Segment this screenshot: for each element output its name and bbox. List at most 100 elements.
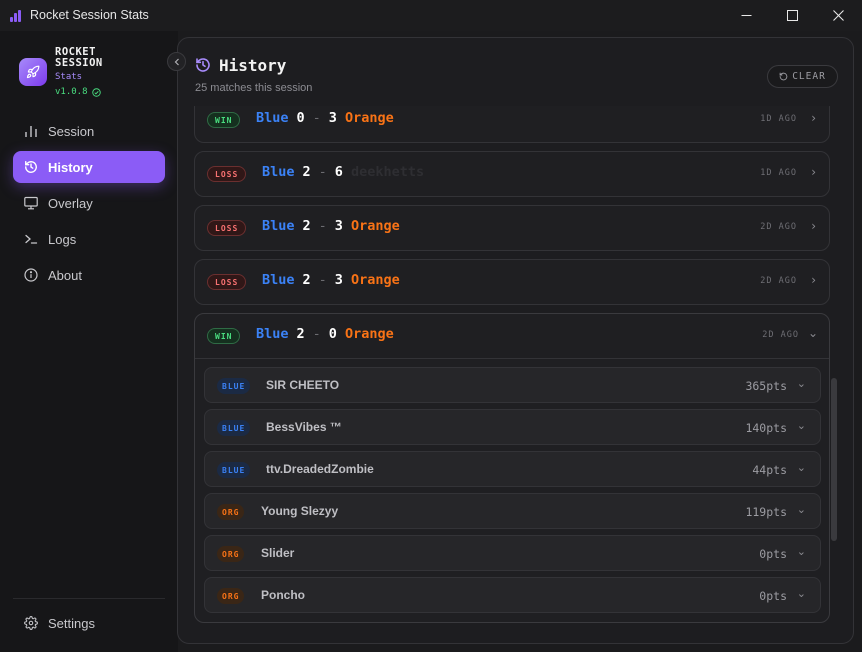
check-circle-icon bbox=[91, 87, 101, 97]
chevron-down-icon: ⌄ bbox=[807, 326, 818, 340]
match-score: Blue 2 - 6 deekhetts bbox=[262, 164, 424, 180]
score-a: 2 bbox=[296, 326, 305, 342]
team-badge: ORG bbox=[217, 588, 245, 604]
match-score: Blue 2 - 3 Orange bbox=[262, 218, 400, 234]
player-row[interactable]: BLUE ttv.DreadedZombie 44pts ⌄ bbox=[204, 451, 821, 487]
sidebar-item-label: Logs bbox=[48, 231, 77, 247]
player-points: 0pts bbox=[759, 547, 787, 561]
brand-subtitle: Stats bbox=[55, 72, 83, 82]
match-list: WIN Blue 0 - 3 Orange 1D AGO › LOSS Blue… bbox=[178, 106, 853, 643]
player-row[interactable]: ORG Slider 0pts ⌄ bbox=[204, 535, 821, 571]
score-a: 2 bbox=[302, 218, 311, 234]
refresh-icon bbox=[779, 72, 788, 81]
page-title: History bbox=[219, 56, 287, 75]
match-row[interactable]: WIN Blue 0 - 3 Orange 1D AGO › bbox=[194, 106, 830, 143]
player-points: 44pts bbox=[752, 463, 787, 477]
score-separator: - bbox=[318, 218, 327, 234]
result-badge: WIN bbox=[207, 112, 241, 128]
match-score: Blue 0 - 3 Orange bbox=[256, 110, 394, 126]
sidebar-item-session[interactable]: Session bbox=[13, 115, 165, 147]
window-title: Rocket Session Stats bbox=[30, 8, 149, 22]
score-separator: - bbox=[318, 272, 327, 288]
sidebar-item-overlay[interactable]: Overlay bbox=[13, 187, 165, 219]
player-name: Slider bbox=[261, 546, 295, 560]
player-points: 0pts bbox=[759, 589, 787, 603]
score-a: 0 bbox=[296, 110, 305, 126]
sidebar-item-history[interactable]: History bbox=[13, 151, 165, 183]
score-b: 3 bbox=[328, 110, 337, 126]
chevron-right-icon: › bbox=[811, 111, 816, 125]
close-icon bbox=[832, 10, 844, 21]
player-row[interactable]: ORG Poncho 0pts ⌄ bbox=[204, 577, 821, 613]
history-panel: History 25 matches this session CLEAR WI… bbox=[177, 37, 854, 644]
scrollbar-thumb[interactable] bbox=[831, 378, 837, 541]
match-time-ago: 2D AGO bbox=[760, 222, 797, 232]
sidebar-item-settings[interactable]: Settings bbox=[13, 607, 165, 639]
player-name: BessVibes ™ bbox=[266, 420, 342, 434]
sidebar: ROCKET SESSION Stats v1.0.8 Session Hist… bbox=[0, 31, 178, 652]
score-separator: - bbox=[312, 326, 321, 342]
player-row[interactable]: ORG Young Slezyy 119pts ⌄ bbox=[204, 493, 821, 529]
version-text: v1.0.8 bbox=[55, 87, 88, 97]
team-badge: ORG bbox=[217, 504, 245, 520]
brand-name: ROCKET SESSION bbox=[55, 47, 103, 69]
clear-label: CLEAR bbox=[792, 71, 826, 82]
expanded-match: WIN Blue 2 - 0 Orange 2D AGO ⌄ BLUE SIR … bbox=[194, 313, 830, 623]
sidebar-item-label: History bbox=[48, 159, 93, 175]
result-badge: LOSS bbox=[207, 166, 247, 182]
match-row[interactable]: LOSS Blue 2 - 3 Orange 2D AGO › bbox=[194, 259, 830, 305]
sidebar-item-about[interactable]: About bbox=[13, 259, 165, 291]
team-b-name: Orange bbox=[344, 110, 394, 126]
score-b: 6 bbox=[334, 164, 343, 180]
info-icon bbox=[23, 268, 38, 283]
result-badge: WIN bbox=[207, 328, 241, 344]
chevron-down-icon: ⌄ bbox=[796, 461, 806, 474]
match-count-subtitle: 25 matches this session bbox=[195, 82, 313, 94]
match-time-ago: 2D AGO bbox=[760, 276, 797, 286]
sidebar-item-label: Session bbox=[48, 123, 95, 139]
player-points: 365pts bbox=[745, 379, 787, 393]
team-b-name: deekhetts bbox=[350, 164, 425, 180]
team-a-name: Blue bbox=[262, 164, 295, 180]
team-b-name: Orange bbox=[350, 272, 400, 288]
collapse-sidebar-button[interactable] bbox=[167, 52, 186, 71]
result-badge: LOSS bbox=[207, 274, 247, 290]
chevron-down-icon: ⌄ bbox=[796, 545, 806, 558]
match-row[interactable]: LOSS Blue 2 - 3 Orange 2D AGO › bbox=[194, 205, 830, 251]
history-icon bbox=[23, 160, 38, 175]
title-bar: Rocket Session Stats bbox=[0, 0, 862, 31]
player-row[interactable]: BLUE BessVibes ™ 140pts ⌄ bbox=[204, 409, 821, 445]
player-name: SIR CHEETO bbox=[266, 378, 340, 392]
score-b: 3 bbox=[334, 218, 343, 234]
maximize-button[interactable] bbox=[769, 0, 815, 31]
match-row[interactable]: LOSS Blue 2 - 6 deekhetts 1D AGO › bbox=[194, 151, 830, 197]
team-a-name: Blue bbox=[256, 326, 289, 342]
brand-line-2: SESSION bbox=[55, 57, 103, 69]
maximize-icon bbox=[786, 10, 798, 21]
player-name: Poncho bbox=[261, 588, 305, 602]
player-row[interactable]: BLUE SIR CHEETO 365pts ⌄ bbox=[204, 367, 821, 403]
match-score: Blue 2 - 3 Orange bbox=[262, 272, 400, 288]
minimize-button[interactable] bbox=[723, 0, 769, 31]
team-badge: ORG bbox=[217, 546, 245, 562]
sidebar-item-label: Settings bbox=[48, 615, 95, 631]
chevron-right-icon: › bbox=[811, 165, 816, 179]
player-name: ttv.DreadedZombie bbox=[266, 462, 374, 476]
team-badge: BLUE bbox=[217, 420, 251, 436]
match-time-ago: 1D AGO bbox=[760, 114, 797, 124]
app-bar-chart-icon bbox=[10, 9, 23, 22]
team-a-name: Blue bbox=[256, 110, 289, 126]
result-badge: LOSS bbox=[207, 220, 247, 236]
version-label: v1.0.8 bbox=[55, 87, 101, 97]
chevron-down-icon: ⌄ bbox=[796, 377, 806, 390]
sidebar-item-logs[interactable]: Logs bbox=[13, 223, 165, 255]
team-badge: BLUE bbox=[217, 378, 251, 394]
bar-chart-icon bbox=[23, 124, 38, 139]
chevron-left-icon bbox=[174, 58, 179, 65]
close-button[interactable] bbox=[815, 0, 861, 31]
clear-button[interactable]: CLEAR bbox=[767, 65, 838, 88]
match-time-ago: 1D AGO bbox=[760, 168, 797, 178]
monitor-icon bbox=[23, 196, 38, 211]
team-badge: BLUE bbox=[217, 462, 251, 478]
expanded-match-header[interactable]: WIN Blue 2 - 0 Orange 2D AGO ⌄ bbox=[195, 314, 829, 359]
